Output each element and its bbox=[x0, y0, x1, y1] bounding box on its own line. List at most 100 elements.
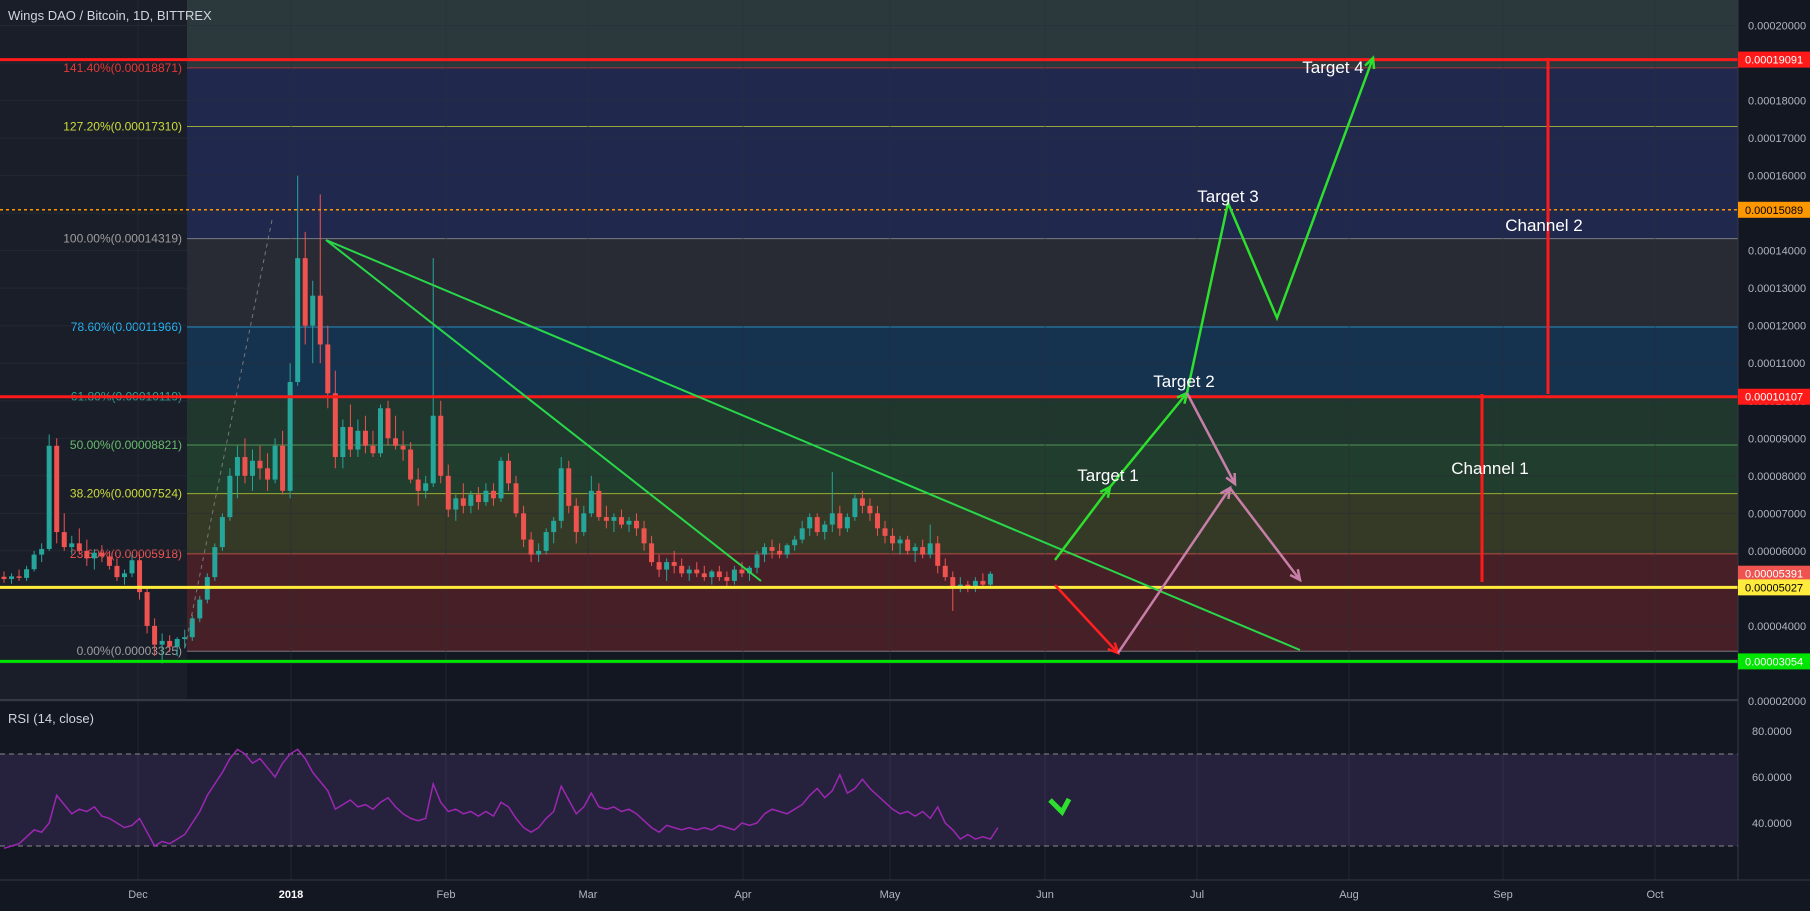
annotation-label: Target 2 bbox=[1153, 372, 1214, 391]
time-axis-tick: Feb bbox=[437, 889, 456, 901]
candle-body bbox=[671, 562, 677, 566]
candle-body bbox=[332, 393, 338, 458]
time-axis-tick: 2018 bbox=[279, 889, 303, 901]
candle-body bbox=[490, 490, 496, 499]
candle-body bbox=[249, 460, 255, 476]
fib-zone bbox=[187, 67, 1738, 127]
candle-body bbox=[265, 468, 271, 480]
candle-body bbox=[280, 445, 286, 491]
candle-body bbox=[385, 408, 391, 439]
candle-body bbox=[219, 517, 225, 548]
candle-body bbox=[295, 258, 301, 382]
price-axis-tick: 0.00017000 bbox=[1748, 133, 1806, 145]
time-axis-tick: Mar bbox=[579, 889, 598, 901]
candle-body bbox=[987, 573, 993, 585]
candle-body bbox=[152, 625, 158, 645]
rsi-band bbox=[0, 754, 1738, 846]
candle-body bbox=[362, 430, 368, 446]
candle-body bbox=[106, 556, 112, 566]
candle-body bbox=[84, 550, 90, 559]
candle-body bbox=[415, 479, 421, 491]
candle-body bbox=[626, 520, 632, 525]
price-axis-tick: 0.00007000 bbox=[1748, 508, 1806, 520]
price-axis-tick: 0.00008000 bbox=[1748, 471, 1806, 483]
rsi-axis-tick: 40.0000 bbox=[1752, 818, 1792, 830]
price-axis-tick: 0.00006000 bbox=[1748, 546, 1806, 558]
candle-body bbox=[506, 460, 512, 484]
candle-body bbox=[423, 483, 429, 491]
candle-body bbox=[475, 494, 481, 503]
candle-body bbox=[121, 573, 127, 578]
candle-body bbox=[453, 498, 459, 510]
candle-body bbox=[543, 532, 549, 551]
candle-body bbox=[762, 547, 768, 555]
candle-body bbox=[739, 569, 745, 574]
candle-body bbox=[9, 576, 15, 579]
candle-body bbox=[686, 569, 692, 574]
candle-body bbox=[347, 427, 353, 450]
candle-body bbox=[769, 547, 775, 551]
candle-body bbox=[242, 457, 248, 476]
candle-body bbox=[754, 554, 760, 568]
candle-body bbox=[581, 513, 587, 533]
candle-body bbox=[837, 513, 843, 529]
fib-zone bbox=[187, 493, 1738, 554]
candle-body bbox=[370, 445, 376, 454]
candle-body bbox=[867, 505, 873, 514]
candle-body bbox=[1, 576, 7, 579]
candle-body bbox=[99, 552, 105, 557]
price-badge-text: 0.00005027 bbox=[1745, 582, 1803, 594]
candle-body bbox=[513, 483, 519, 514]
candle-body bbox=[430, 415, 436, 484]
candle-body bbox=[257, 460, 263, 469]
candle-body bbox=[310, 295, 316, 326]
candle-body bbox=[822, 524, 828, 533]
candle-body bbox=[197, 599, 203, 619]
fib-level-label: 127.20%(0.00017310) bbox=[63, 119, 182, 133]
time-axis-tick: Jun bbox=[1036, 889, 1054, 901]
price-axis-tick: 0.00011000 bbox=[1748, 358, 1805, 370]
price-axis-tick: 0.00020000 bbox=[1748, 21, 1806, 33]
candle-body bbox=[709, 571, 715, 578]
candle-body bbox=[114, 565, 120, 578]
candle-body bbox=[498, 460, 504, 499]
candle-body bbox=[897, 539, 903, 544]
candle-body bbox=[935, 543, 941, 566]
candle-body bbox=[355, 430, 361, 450]
price-axis-tick: 0.00004000 bbox=[1748, 621, 1806, 633]
time-axis-tick: Aug bbox=[1339, 889, 1359, 901]
candle-body bbox=[829, 513, 835, 525]
candle-body bbox=[596, 490, 602, 518]
candle-body bbox=[844, 517, 850, 529]
candle-body bbox=[39, 548, 45, 555]
candle-body bbox=[588, 490, 594, 514]
price-badge-text: 0.00003054 bbox=[1745, 656, 1803, 668]
price-axis-tick: 0.00002000 bbox=[1748, 696, 1806, 708]
price-axis-tick: 0.00013000 bbox=[1748, 283, 1806, 295]
candle-body bbox=[912, 547, 918, 551]
candle-body bbox=[634, 520, 640, 529]
candle-body bbox=[54, 445, 60, 533]
candle-body bbox=[679, 565, 685, 574]
candle-body bbox=[852, 498, 858, 518]
candle-body bbox=[317, 295, 323, 345]
fib-zone bbox=[187, 396, 1738, 445]
candle-body bbox=[792, 539, 798, 546]
time-axis-tick: Apr bbox=[734, 889, 751, 901]
candle-body bbox=[724, 577, 730, 581]
candle-body bbox=[874, 513, 880, 529]
candle-body bbox=[701, 573, 707, 578]
candle-body bbox=[905, 539, 911, 551]
time-axis-tick: Dec bbox=[128, 889, 148, 901]
candle-body bbox=[656, 562, 662, 570]
candle-body bbox=[69, 543, 75, 548]
candle-body bbox=[24, 569, 30, 578]
candle-body bbox=[807, 517, 813, 529]
fib-level-label: 50.00%(0.00008821) bbox=[70, 438, 182, 452]
fib-zone bbox=[187, 553, 1738, 652]
candle-body bbox=[287, 381, 293, 491]
candle-body bbox=[618, 517, 624, 525]
annotation-label: Target 1 bbox=[1077, 466, 1138, 485]
candle-body bbox=[920, 547, 926, 555]
candle-body bbox=[942, 565, 948, 578]
